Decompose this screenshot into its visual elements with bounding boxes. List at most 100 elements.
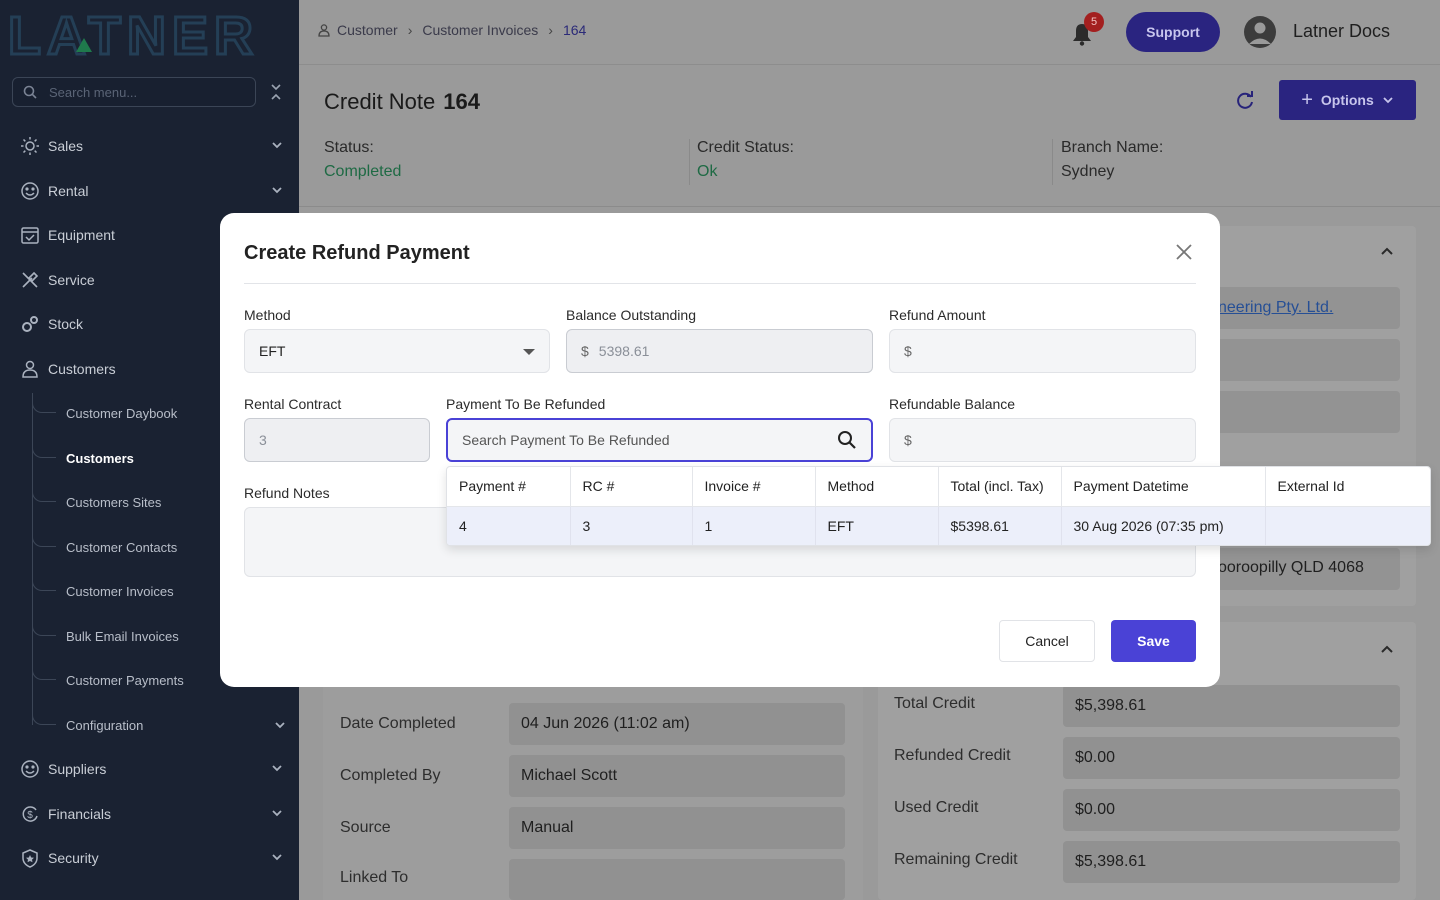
shield-icon xyxy=(20,848,40,868)
sidebar-item-sales[interactable]: Sales xyxy=(0,124,299,168)
sun-icon xyxy=(20,136,40,156)
dollar-cycle-icon: $ xyxy=(20,804,40,824)
currency-symbol: $ xyxy=(904,343,912,359)
payment-search-input[interactable]: Search Payment To Be Refunded xyxy=(446,418,873,462)
refund-amount-label: Refund Amount xyxy=(889,307,986,323)
breadcrumb-current: 164 xyxy=(562,22,587,38)
refresh-icon[interactable] xyxy=(1235,91,1255,111)
submenu-branch xyxy=(32,393,56,413)
submenu-branch xyxy=(32,571,56,591)
sidebar-search-placeholder: Search menu... xyxy=(49,84,138,100)
refund-amount-field[interactable]: $ xyxy=(889,329,1196,373)
credit-value: $5,398.61 xyxy=(1063,841,1400,883)
detail-value: Manual xyxy=(509,807,845,849)
submenu-branch xyxy=(32,482,56,502)
column-header: Method xyxy=(815,467,939,507)
status-value: Completed xyxy=(324,163,402,180)
payment-to-refund-label: Payment To Be Refunded xyxy=(446,396,606,412)
sidebar-subitem-customer-invoices[interactable]: Customer Invoices xyxy=(66,571,174,611)
balance-outstanding-value: 5398.61 xyxy=(598,343,650,359)
search-icon[interactable] xyxy=(837,430,857,450)
cancel-button[interactable]: Cancel xyxy=(999,620,1095,662)
sidebar-subitem-customer-contacts[interactable]: Customer Contacts xyxy=(66,527,177,567)
chevron-down-icon xyxy=(272,810,282,817)
rental-contract-value: 3 xyxy=(259,432,267,448)
person-icon xyxy=(20,359,40,379)
sidebar-subitem-customers-sites[interactable]: Customers Sites xyxy=(66,482,161,522)
latner-logo[interactable]: LATNER xyxy=(8,8,282,58)
sidebar-subitem-customers[interactable]: Customers xyxy=(66,438,134,478)
page-title-text: Credit Note xyxy=(324,89,436,114)
status-label: Status: xyxy=(324,139,374,156)
support-button[interactable]: Support xyxy=(1126,12,1220,52)
tools-icon xyxy=(20,270,40,290)
chevron-down-icon xyxy=(272,854,282,861)
avatar[interactable] xyxy=(1244,16,1276,48)
face-icon xyxy=(20,759,40,779)
chevron-up-icon[interactable] xyxy=(1380,244,1394,258)
breadcrumb-customer[interactable]: Customer xyxy=(337,22,398,38)
sidebar-item-security[interactable]: Security xyxy=(0,836,299,880)
column-header: Invoice # xyxy=(692,467,816,507)
sidebar-item-financials[interactable]: $ Financials xyxy=(0,792,299,836)
sidebar-subitem-bulk-email-invoices[interactable]: Bulk Email Invoices xyxy=(66,616,179,656)
sidebar-subitem-configuration[interactable]: Configuration xyxy=(66,705,286,745)
payment-search-placeholder: Search Payment To Be Refunded xyxy=(462,432,670,448)
chevron-down-icon xyxy=(272,187,282,194)
sidebar-item-label: Service xyxy=(48,272,95,288)
user-name[interactable]: Latner Docs xyxy=(1293,21,1390,42)
person-icon xyxy=(318,24,330,37)
modal-divider xyxy=(244,283,1196,284)
rental-contract-field: 3 xyxy=(244,418,430,462)
sidebar-item-label: Equipment xyxy=(48,227,115,243)
column-header: Payment Datetime xyxy=(1061,467,1266,507)
method-label: Method xyxy=(244,307,291,323)
page-title: Credit Note 164 xyxy=(324,89,480,115)
detail-label: Linked To xyxy=(340,869,409,886)
chevron-down-icon xyxy=(272,142,282,149)
rental-contract-label: Rental Contract xyxy=(244,396,342,412)
sidebar-item-label: Suppliers xyxy=(48,761,107,777)
sidebar-subitem-customer-daybook[interactable]: Customer Daybook xyxy=(66,393,177,433)
sidebar-item-label: Stock xyxy=(48,316,84,332)
table-row[interactable]: 4 3 1 EFT $5398.61 30 Aug 2026 (07:35 pm… xyxy=(447,506,1430,545)
face-icon xyxy=(20,181,40,201)
svg-text:$: $ xyxy=(27,810,33,821)
chevron-down-icon xyxy=(1383,97,1393,104)
breadcrumb-customer-invoices[interactable]: Customer Invoices xyxy=(422,22,538,38)
collapse-sidebar-icon[interactable] xyxy=(268,82,284,102)
customer-link[interactable]: neering Pty. Ltd. xyxy=(1218,299,1333,317)
sidebar-subitem-label: Configuration xyxy=(66,717,144,733)
options-button[interactable]: + Options xyxy=(1279,80,1416,120)
method-select[interactable]: EFT xyxy=(244,329,550,373)
detail-value: 04 Jun 2026 (11:02 am) xyxy=(509,703,845,745)
sidebar-item-label: Sales xyxy=(48,138,84,154)
caret-down-icon xyxy=(523,349,535,355)
modal-title: Create Refund Payment xyxy=(244,242,470,264)
credit-status-stat: Credit Status: Ok xyxy=(697,139,794,181)
breadcrumb: Customer › Customer Invoices › 164 xyxy=(317,22,586,38)
cell-external-id xyxy=(1265,506,1430,545)
save-button[interactable]: Save xyxy=(1111,620,1196,662)
sidebar-subitem-customer-payments[interactable]: Customer Payments xyxy=(66,660,184,700)
user-avatar-icon xyxy=(1249,22,1271,44)
sidebar-search[interactable]: Search menu... xyxy=(12,77,256,107)
page-title-number: 164 xyxy=(443,89,480,114)
sidebar-item-label: Rental xyxy=(48,183,89,199)
customer-field xyxy=(1190,339,1400,381)
chevron-up-icon[interactable] xyxy=(1380,642,1394,656)
cell-invoice-number: 1 xyxy=(692,506,816,545)
notification-badge: 5 xyxy=(1084,12,1104,32)
sidebar-item-label: Financials xyxy=(48,806,112,822)
detail-value: Michael Scott xyxy=(509,755,845,797)
submenu-branch xyxy=(32,527,56,547)
credit-label: Used Credit xyxy=(894,799,979,816)
sidebar-item-suppliers[interactable]: Suppliers xyxy=(0,747,299,791)
method-value: EFT xyxy=(259,343,286,359)
sidebar-item-rental[interactable]: Rental xyxy=(0,169,299,213)
credit-label: Refunded Credit xyxy=(894,747,1011,764)
refundable-balance-field[interactable]: $ xyxy=(889,418,1196,462)
detail-value xyxy=(509,859,845,900)
close-icon[interactable] xyxy=(1175,243,1193,261)
credit-value: $0.00 xyxy=(1063,789,1400,831)
